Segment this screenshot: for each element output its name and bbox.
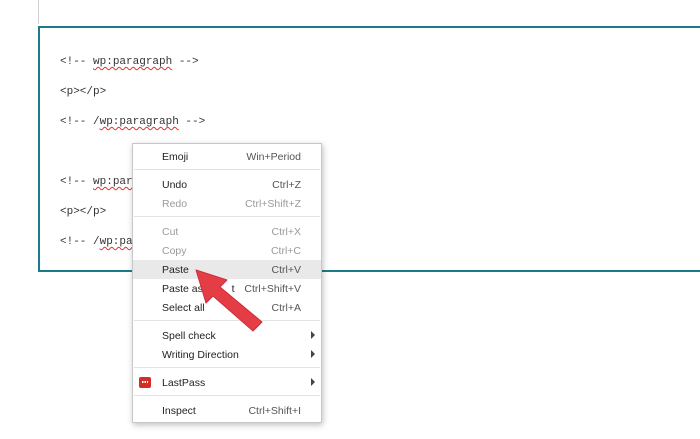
red-arrow-icon [195, 269, 263, 332]
